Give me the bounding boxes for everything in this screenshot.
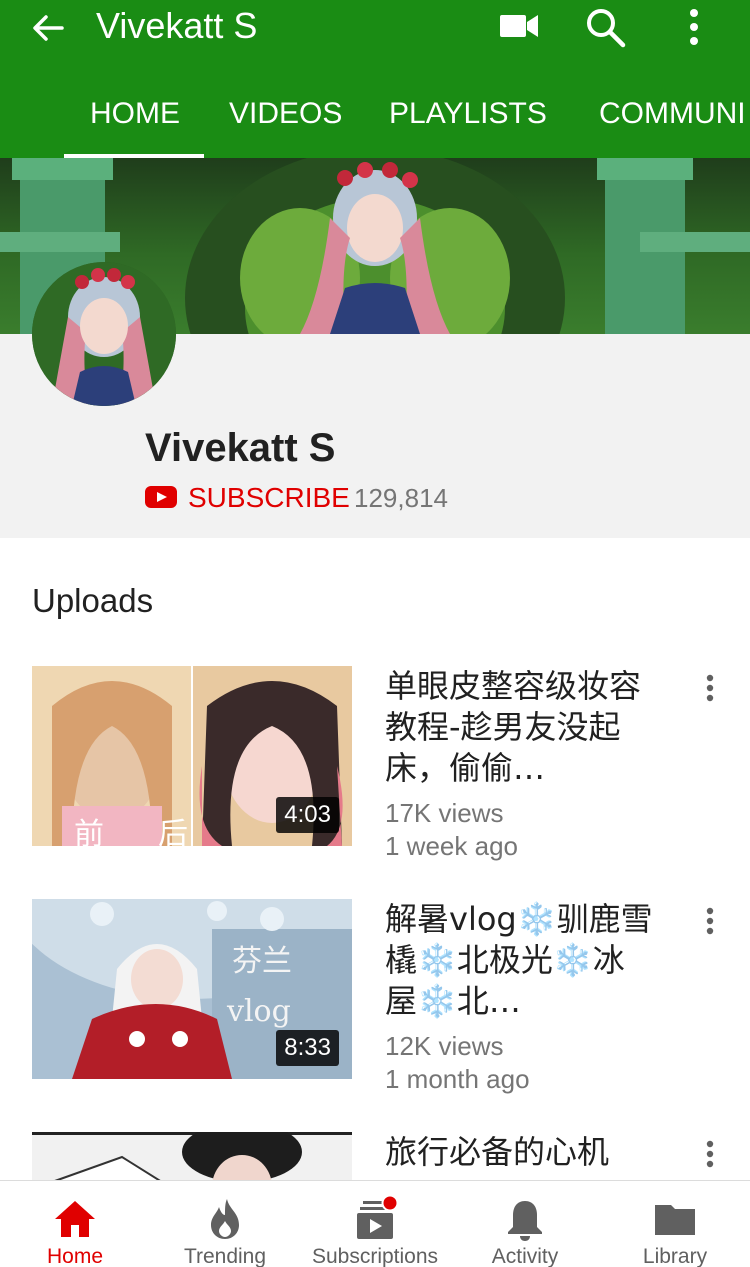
bell-icon: [508, 1201, 542, 1241]
nav-subscriptions[interactable]: Subscriptions: [300, 1181, 450, 1267]
video-camera-icon[interactable]: [498, 10, 540, 42]
nav-label: Trending: [183, 1245, 267, 1267]
video-age: 1 week ago: [385, 831, 518, 861]
video-item[interactable]: 芬兰 vlog 8:33 解暑vlog❄️驯鹿雪橇❄️北极光❄️冰屋❄️北… 1…: [0, 899, 750, 1094]
nav-label: Activity: [491, 1245, 559, 1267]
nav-library[interactable]: Library: [600, 1181, 750, 1267]
nav-label: Library: [642, 1245, 708, 1267]
video-title[interactable]: 单眼皮整容级妆容教程-趁男友没起床，偷偷…: [385, 666, 655, 789]
subscribe-button[interactable]: SUBSCRIBE: [188, 478, 350, 518]
nav-trending[interactable]: Trending: [150, 1181, 300, 1267]
thumb-text-vlog: vlog: [226, 994, 291, 1029]
flame-icon: [211, 1199, 239, 1239]
video-item[interactable]: 前 后 4:03 单眼皮整容级妆容教程-趁男友没起床，偷偷… 17K views…: [0, 666, 750, 861]
more-vert-icon[interactable]: [700, 672, 720, 704]
back-arrow-icon[interactable]: [28, 8, 68, 48]
nav-label: Subscriptions: [311, 1245, 439, 1267]
search-icon[interactable]: [584, 6, 626, 48]
bottom-navigation: Home Trending Subscriptions Activity Lib…: [0, 1180, 750, 1267]
subscriber-count: 129,814: [354, 483, 448, 513]
uploads-heading: Uploads: [32, 582, 154, 619]
thumb-text-after: 后: [158, 817, 188, 846]
video-thumbnail[interactable]: 芬兰 vlog 8:33: [32, 899, 352, 1079]
top-app-bar: Vivekatt S HOME VIDEOS PLAYLISTS COMMUNI: [0, 0, 750, 158]
folder-icon: [655, 1205, 695, 1235]
more-vert-icon[interactable]: [700, 1138, 720, 1170]
video-age: 1 month ago: [385, 1064, 530, 1094]
nav-activity[interactable]: Activity: [450, 1181, 600, 1267]
more-vert-icon[interactable]: [700, 905, 720, 937]
channel-name: Vivekatt S: [145, 426, 336, 470]
tab-community[interactable]: COMMUNI: [599, 70, 746, 158]
nav-home[interactable]: Home: [0, 1181, 150, 1267]
video-thumbnail[interactable]: 前 后 4:03: [32, 666, 352, 846]
home-icon: [55, 1201, 95, 1237]
tab-home[interactable]: HOME: [90, 70, 180, 158]
channel-page: Vivekatt S HOME VIDEOS PLAYLISTS COMMUNI: [0, 0, 750, 1267]
thumb-text-before: 前: [74, 817, 104, 846]
nav-label: Home: [46, 1245, 104, 1267]
youtube-logo-icon[interactable]: [145, 486, 177, 508]
tab-videos[interactable]: VIDEOS: [229, 70, 342, 158]
video-title[interactable]: 旅行必备的心机: [385, 1132, 655, 1173]
tab-playlists[interactable]: PLAYLISTS: [389, 70, 547, 158]
video-duration: 8:33: [276, 1030, 339, 1066]
channel-title: Vivekatt S: [96, 5, 258, 46]
channel-avatar[interactable]: [32, 262, 176, 406]
video-duration: 4:03: [276, 797, 339, 833]
more-vert-icon[interactable]: [684, 6, 704, 48]
video-views: 17K views: [385, 798, 504, 828]
subscriptions-icon: [357, 1195, 399, 1239]
video-views: 12K views: [385, 1031, 504, 1061]
thumb-text-finland: 芬兰: [232, 944, 292, 979]
channel-tabs: HOME VIDEOS PLAYLISTS COMMUNI: [0, 70, 750, 158]
video-title[interactable]: 解暑vlog❄️驯鹿雪橇❄️北极光❄️冰屋❄️北…: [385, 899, 655, 1022]
